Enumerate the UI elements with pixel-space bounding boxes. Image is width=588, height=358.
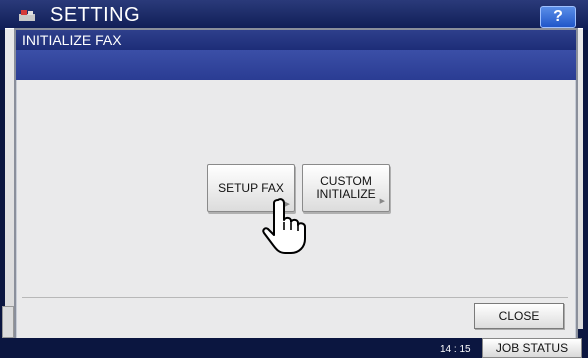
dialog-divider [22,297,568,298]
custom-initialize-button[interactable]: CUSTOM INITIALIZE ▶ [302,164,390,212]
background-tab [2,306,14,338]
close-button[interactable]: CLOSE [474,303,564,329]
custom-initialize-label-line2: INITIALIZE [316,187,376,201]
screen: SETTING ? INITIALIZE FAX SETUP FAX ▶ CUS… [0,0,588,358]
settings-app-icon [19,10,35,21]
setup-fax-label: SETUP FAX [218,181,284,195]
dialog-band [16,50,576,80]
app-title: SETTING [50,4,141,26]
dialog-title: INITIALIZE FAX [16,30,576,50]
clock-time: 14 : 15 [440,344,471,355]
arrow-right-icon: ▶ [379,198,385,205]
initialize-fax-dialog: INITIALIZE FAX SETUP FAX ▶ CUSTOM INITIA… [14,28,578,342]
hand-pointer-icon [262,198,306,254]
help-button[interactable]: ? [540,6,576,28]
job-status-button[interactable]: JOB STATUS [482,338,582,358]
top-bar: SETTING ? [0,0,588,30]
